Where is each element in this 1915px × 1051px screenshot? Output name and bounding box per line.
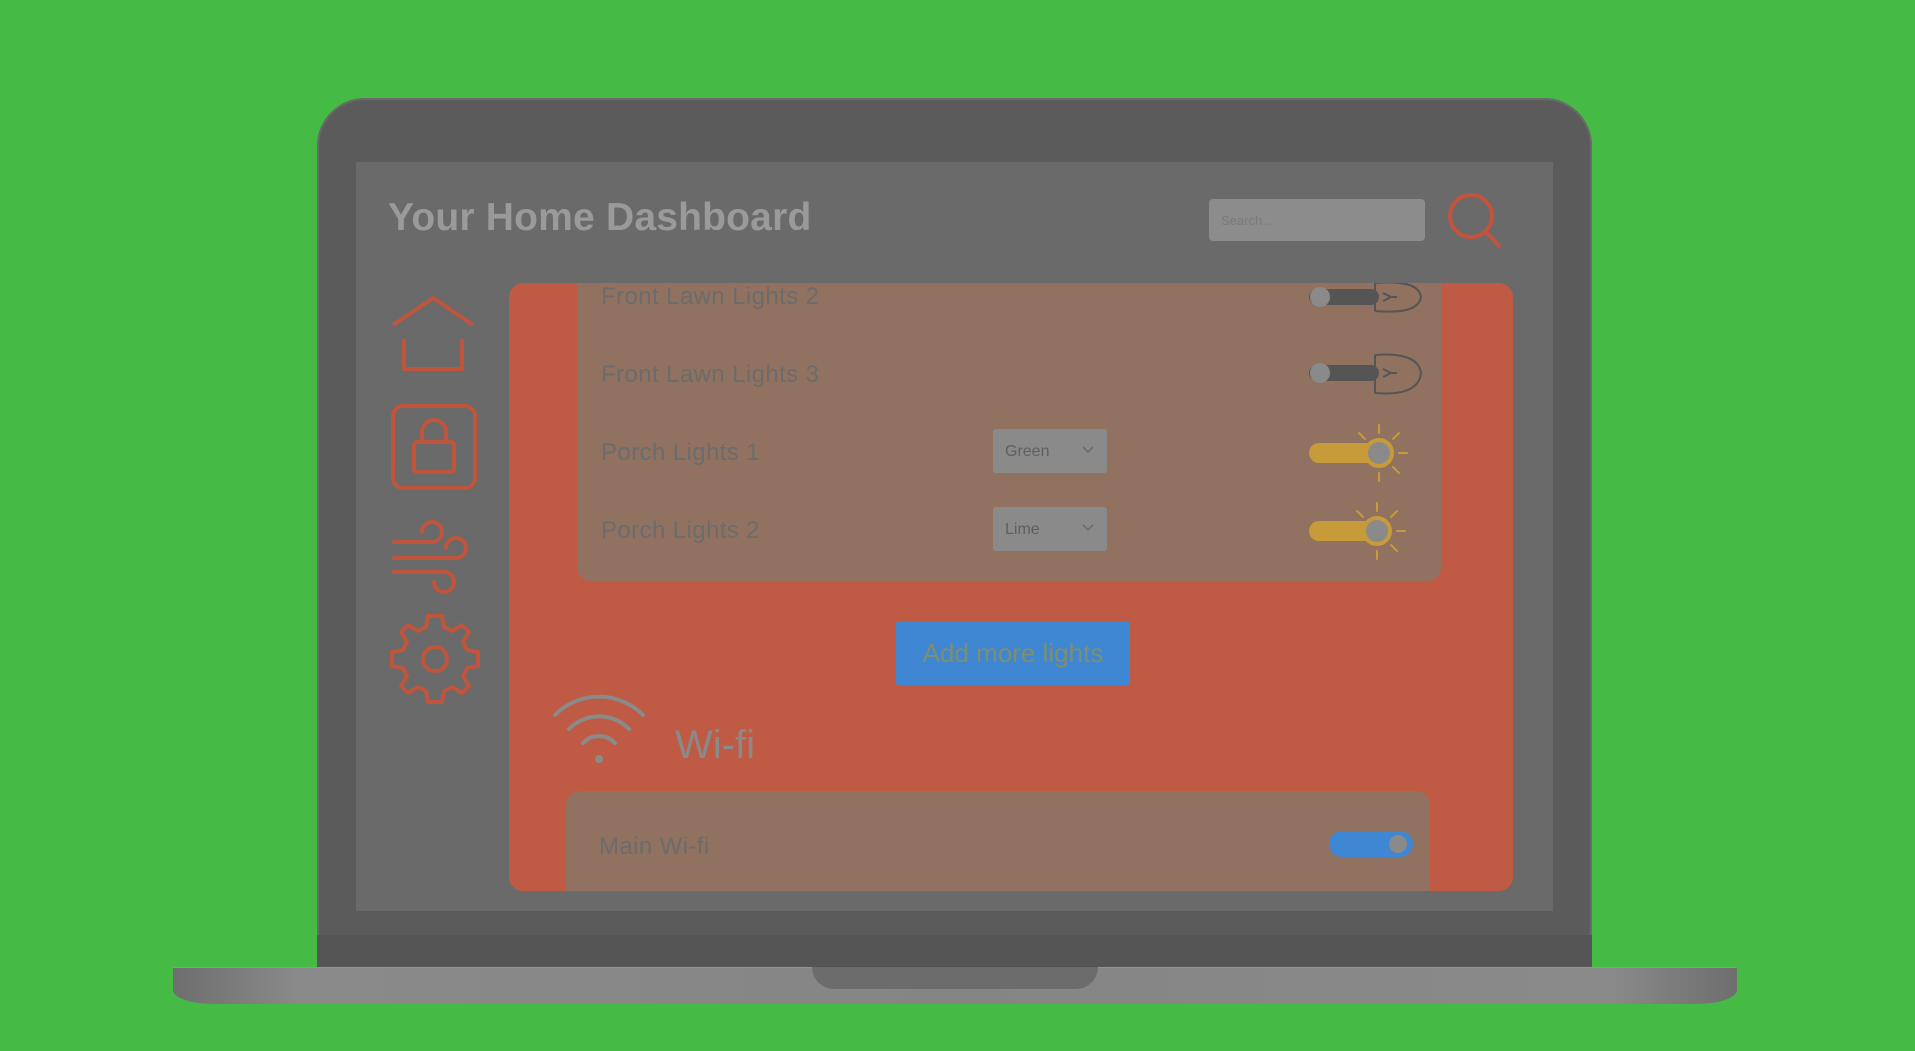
bulb-off-icon (1309, 353, 1423, 395)
wifi-icon (553, 694, 645, 763)
devices-panel: Front Lawn Lights 2 Front Lawn Lights 3 (509, 283, 1513, 891)
wifi-section-title: Wi-fi (675, 723, 755, 767)
color-select-value: Lime (1005, 521, 1040, 538)
light-row: Porch Lights 2 Lime (577, 501, 1441, 561)
dashboard-screen: Your Home Dashboard Search... Front Lawn… (356, 162, 1553, 911)
lights-card: Front Lawn Lights 2 Front Lawn Lights 3 (577, 283, 1441, 581)
light-row: Porch Lights 1 Green (577, 423, 1441, 483)
search-button[interactable] (1444, 190, 1506, 252)
color-select[interactable]: Green (993, 429, 1107, 473)
wifi-toggle[interactable] (1329, 831, 1413, 857)
laptop-notch (812, 967, 1098, 989)
laptop-chin (317, 935, 1592, 969)
toggle-knob (1389, 835, 1407, 853)
home-icon (391, 296, 475, 371)
page-title: Your Home Dashboard (388, 196, 812, 239)
light-toggle-off[interactable] (1307, 345, 1427, 405)
sidebar-item-security[interactable] (391, 404, 477, 495)
light-row: Front Lawn Lights 2 (577, 283, 1441, 327)
magnifier-icon (1448, 193, 1501, 248)
sidebar-item-home[interactable] (390, 295, 476, 378)
wifi-card: Main Wi-fi (566, 791, 1430, 891)
gear-icon (390, 614, 480, 704)
add-lights-button[interactable]: Add more lights (896, 621, 1130, 685)
light-row: Front Lawn Lights 3 (577, 345, 1441, 405)
light-label: Front Lawn Lights 2 (601, 283, 820, 310)
chevron-down-icon (1082, 446, 1094, 454)
sidebar-item-settings[interactable] (388, 612, 482, 711)
wifi-network-label: Main Wi-fi (599, 833, 710, 860)
light-toggle-on[interactable] (1307, 423, 1427, 483)
light-label: Porch Lights 2 (601, 517, 761, 544)
sun-icon (1309, 502, 1406, 560)
bulb-off-icon (1309, 283, 1423, 313)
color-select[interactable]: Lime (993, 507, 1107, 551)
color-select-value: Green (1005, 443, 1050, 460)
light-label: Porch Lights 1 (601, 439, 761, 466)
light-toggle-off[interactable] (1307, 283, 1427, 327)
search-input[interactable] (1209, 199, 1425, 241)
lock-icon (391, 404, 477, 490)
light-label: Front Lawn Lights 3 (601, 361, 820, 388)
wind-icon (392, 520, 468, 594)
light-toggle-on[interactable] (1307, 501, 1427, 561)
sidebar-item-climate[interactable] (392, 520, 476, 599)
chevron-down-icon (1082, 524, 1094, 532)
sun-icon (1309, 424, 1408, 482)
